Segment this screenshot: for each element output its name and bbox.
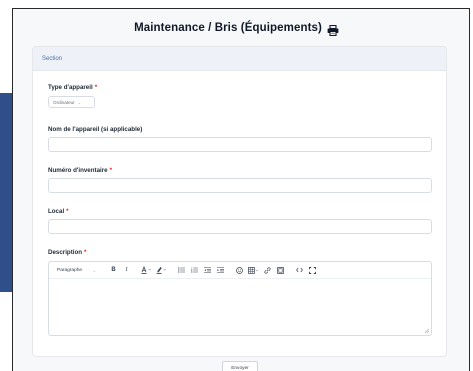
chevron-down-icon: ⌄ xyxy=(77,99,82,105)
link-icon[interactable] xyxy=(263,265,272,275)
image-icon[interactable] xyxy=(276,265,285,275)
required-marker: * xyxy=(84,249,87,256)
chevron-down-icon: ⌄ xyxy=(92,267,96,273)
printer-icon[interactable] xyxy=(327,23,339,36)
inventory-number-label: Numéro d'inventaire * xyxy=(48,167,113,174)
italic-icon[interactable]: I xyxy=(122,265,131,275)
emoji-icon[interactable] xyxy=(235,265,244,275)
device-name-input[interactable] xyxy=(48,137,432,152)
description-editor[interactable]: Paragraphe ⌄ B I xyxy=(48,261,432,336)
table-icon[interactable] xyxy=(248,265,259,275)
form-title-row: Maintenance / Bris (Équipements) xyxy=(0,22,473,36)
device-type-value: Ordinateur xyxy=(53,99,75,105)
required-marker: * xyxy=(109,167,113,174)
left-accent-bar xyxy=(0,93,12,292)
indent-icon[interactable] xyxy=(216,265,225,275)
submit-button[interactable]: Envoyer xyxy=(222,361,258,371)
required-marker: * xyxy=(66,208,69,215)
device-name-label: Nom de l'appareil (si applicable) xyxy=(48,126,143,133)
room-input[interactable] xyxy=(48,219,432,234)
numbered-list-icon[interactable] xyxy=(190,265,199,275)
text-color-icon[interactable] xyxy=(141,265,152,275)
paragraph-format-dropdown[interactable]: Paragraphe ⌄ xyxy=(57,265,99,275)
section-header: Section xyxy=(33,47,446,71)
device-type-label: Type d'appareil * xyxy=(48,84,98,91)
outdent-icon[interactable] xyxy=(203,265,212,275)
section-label: Section xyxy=(42,55,63,62)
bulleted-list-icon[interactable] xyxy=(177,265,186,275)
device-type-select[interactable]: Ordinateur ⌄ xyxy=(48,96,95,108)
resize-handle-icon[interactable] xyxy=(424,328,429,333)
editor-toolbar: Paragraphe ⌄ B I xyxy=(49,262,431,279)
source-code-icon[interactable] xyxy=(295,265,304,275)
description-label: Description * xyxy=(48,249,87,256)
highlight-icon[interactable] xyxy=(156,265,167,275)
fullscreen-icon[interactable] xyxy=(308,265,317,275)
bold-icon[interactable]: B xyxy=(109,265,118,275)
inventory-number-input[interactable] xyxy=(48,178,432,193)
room-label: Local * xyxy=(48,208,69,215)
required-marker: * xyxy=(94,84,98,91)
form-title: Maintenance / Bris (Équipements) xyxy=(134,22,322,34)
